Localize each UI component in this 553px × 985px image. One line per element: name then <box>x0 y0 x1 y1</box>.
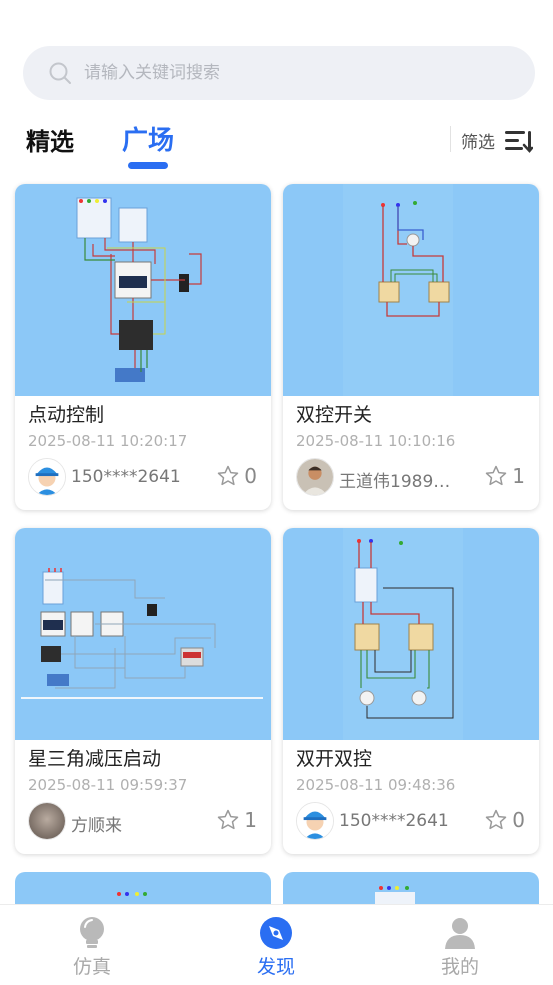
star-icon <box>486 465 507 486</box>
circuit-thumbnail[interactable] <box>283 528 539 740</box>
search-bar[interactable] <box>23 46 535 100</box>
card-date: 2025-08-11 09:48:36 <box>296 776 456 794</box>
card-author: 方顺来 <box>71 816 122 836</box>
card-title: 双开双控 <box>296 748 373 770</box>
search-icon <box>49 62 71 84</box>
tab-featured[interactable]: 精选 <box>26 122 74 157</box>
nav-item-profile[interactable]: 我的 <box>400 905 520 985</box>
card-date: 2025-08-11 10:20:17 <box>28 432 188 450</box>
circuit-thumbnail[interactable] <box>15 184 271 396</box>
engineer-avatar <box>296 802 334 840</box>
photo-avatar <box>28 802 66 840</box>
favorite-button[interactable]: 0 <box>216 464 257 488</box>
tab-plaza[interactable]: 广场 <box>122 120 174 157</box>
sort-list-icon <box>505 130 533 153</box>
card-date: 2025-08-11 10:10:16 <box>296 432 456 450</box>
project-card[interactable]: 点动控制 2025-08-11 10:20:17 150****2641 0 <box>15 184 271 510</box>
engineer-avatar <box>28 458 66 496</box>
nav-item-discover[interactable]: 发现 <box>216 905 336 985</box>
star-icon <box>218 809 239 830</box>
user-icon <box>445 918 475 949</box>
lightbulb-icon <box>80 917 104 948</box>
card-title: 双控开关 <box>296 404 373 426</box>
favorite-button[interactable]: 0 <box>484 808 525 832</box>
compass-icon <box>260 917 292 949</box>
active-tab-indicator <box>128 162 168 169</box>
card-author: 150****2641 <box>339 811 449 831</box>
filter-button[interactable]: 筛选 <box>461 128 533 153</box>
search-input[interactable] <box>82 62 486 84</box>
star-icon <box>218 465 239 486</box>
card-title: 星三角减压启动 <box>28 748 162 770</box>
star-icon <box>486 809 507 830</box>
project-card[interactable]: 星三角减压启动 2025-08-11 09:59:37 方顺来 1 <box>15 528 271 854</box>
circuit-thumbnail[interactable] <box>15 528 271 740</box>
divider <box>450 126 451 152</box>
circuit-thumbnail[interactable] <box>283 184 539 396</box>
nav-label: 我的 <box>440 956 479 978</box>
card-title: 点动控制 <box>28 404 105 426</box>
nav-item-simulation[interactable]: 仿真 <box>32 905 152 985</box>
bottom-navigation: 仿真 发现 我的 <box>0 904 553 985</box>
favorite-count: 1 <box>512 464 525 488</box>
photo-avatar <box>296 458 334 496</box>
card-author: 王道伟198959... <box>339 472 461 492</box>
favorite-count: 1 <box>244 808 257 832</box>
card-date: 2025-08-11 09:59:37 <box>28 776 188 794</box>
favorite-count: 0 <box>244 464 257 488</box>
project-card[interactable]: 双控开关 2025-08-11 10:10:16 王道伟198959... 1 <box>283 184 539 510</box>
favorite-button[interactable]: 1 <box>216 808 257 832</box>
favorite-count: 0 <box>512 808 525 832</box>
project-card[interactable]: 双开双控 2025-08-11 09:48:36 150****2641 0 <box>283 528 539 854</box>
favorite-button[interactable]: 1 <box>484 464 525 488</box>
nav-label: 仿真 <box>72 956 111 978</box>
filter-label: 筛选 <box>461 133 495 153</box>
card-author: 150****2641 <box>71 467 181 487</box>
nav-label: 发现 <box>256 956 295 978</box>
